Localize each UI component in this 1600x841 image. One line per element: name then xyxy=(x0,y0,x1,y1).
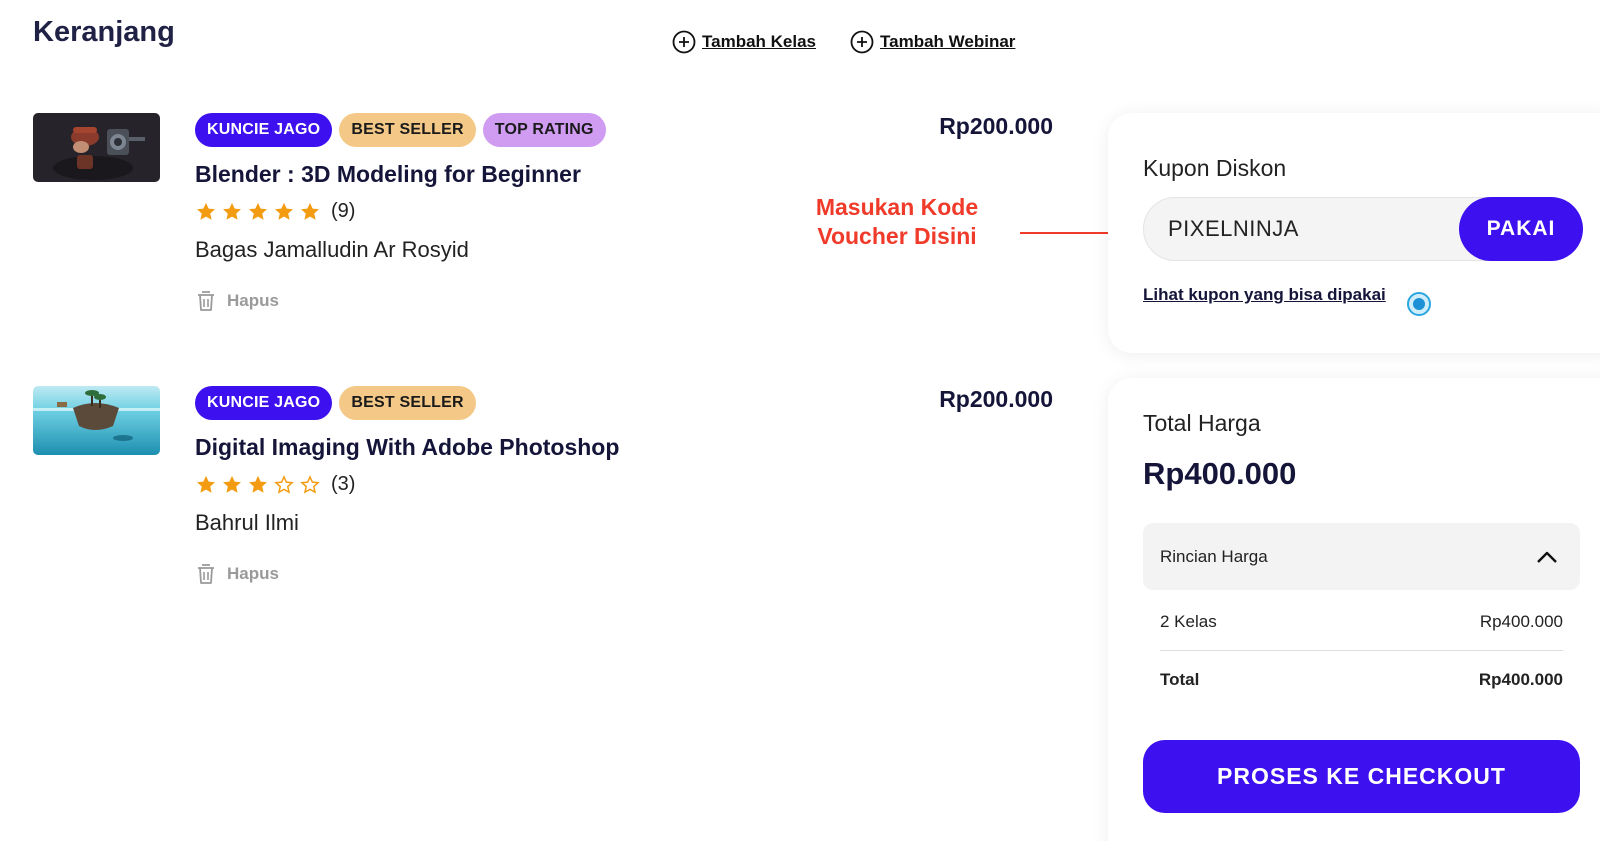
view-coupons-link[interactable]: Lihat kupon yang bisa dipakai xyxy=(1143,285,1386,305)
star-filled-icon xyxy=(249,202,267,220)
badge-best-seller: BEST SELLER xyxy=(339,386,476,420)
course-rating: (9) xyxy=(195,200,606,223)
voucher-annotation: Masukan Kode Voucher Disini xyxy=(812,193,982,251)
course-thumbnail[interactable] xyxy=(33,386,160,455)
course-thumbnail[interactable] xyxy=(33,113,160,182)
add-course-link[interactable]: Tambah Kelas xyxy=(672,30,816,54)
cart-item: KUNCIE JAGO BEST SELLER Digital Imaging … xyxy=(33,386,1053,616)
price-total-value: Rp400.000 xyxy=(1478,670,1563,689)
price-row: 2 Kelas Rp400.000 xyxy=(1160,612,1563,632)
add-course-label: Tambah Kelas xyxy=(702,32,817,51)
badge-kuncie-jago: KUNCIE JAGO xyxy=(195,386,333,420)
add-webinar-label: Tambah Webinar xyxy=(880,32,1016,51)
star-filled-icon xyxy=(223,202,241,220)
total-card: Total Harga Rp400.000 Rincian Harga 2 Ke… xyxy=(1108,378,1600,841)
rating-count: (3) xyxy=(331,473,356,495)
price-total-label: Total xyxy=(1160,670,1200,689)
course-info: KUNCIE JAGO BEST SELLER Digital Imaging … xyxy=(195,386,619,586)
badge-best-seller: BEST SELLER xyxy=(339,113,476,147)
annotation-line-1: Masukan Kode xyxy=(815,194,979,220)
checkout-button[interactable]: PROSES KE CHECKOUT xyxy=(1143,740,1580,813)
star-empty-icon xyxy=(300,474,320,494)
divider xyxy=(1160,650,1563,651)
plus-circle-icon xyxy=(850,30,874,54)
rating-count: (9) xyxy=(331,200,356,222)
price-details-toggle[interactable]: Rincian Harga xyxy=(1143,523,1580,590)
star-filled-icon xyxy=(249,475,267,493)
course-instructor: Bagas Jamalludin Ar Rosyid xyxy=(195,237,469,262)
coupon-label: Kupon Diskon xyxy=(1143,155,1287,181)
star-filled-icon xyxy=(197,475,215,493)
price-row-label: 2 Kelas xyxy=(1160,612,1217,631)
apply-coupon-button[interactable]: PAKAI xyxy=(1459,197,1583,261)
coupon-card: Kupon Diskon PAKAI Lihat kupon yang bisa… xyxy=(1108,113,1600,353)
course-instructor: Bahrul Ilmi xyxy=(195,510,299,535)
course-price: Rp200.000 xyxy=(939,113,1053,139)
remove-label: Hapus xyxy=(227,291,279,310)
badge-group: KUNCIE JAGO BEST SELLER xyxy=(195,386,619,420)
star-filled-icon xyxy=(223,475,241,493)
price-details-label: Rincian Harga xyxy=(1160,546,1268,566)
course-title[interactable]: Blender : 3D Modeling for Beginner xyxy=(195,161,606,188)
add-webinar-link[interactable]: Tambah Webinar xyxy=(850,30,1015,54)
star-empty-icon xyxy=(274,474,294,494)
badge-kuncie-jago: KUNCIE JAGO xyxy=(195,113,333,147)
chevron-up-icon xyxy=(1537,551,1557,563)
coupon-input[interactable] xyxy=(1168,198,1458,260)
trash-icon xyxy=(198,291,214,311)
plus-circle-icon xyxy=(672,30,696,54)
badge-group: KUNCIE JAGO BEST SELLER TOP RATING xyxy=(195,113,606,147)
annotation-line-2: Voucher Disini xyxy=(817,223,977,249)
top-links: Tambah Kelas Tambah Webinar xyxy=(672,30,1015,54)
star-filled-icon xyxy=(197,202,215,220)
badge-top-rating: TOP RATING xyxy=(482,113,606,147)
remove-item-button[interactable]: Hapus xyxy=(195,562,619,586)
trash-icon xyxy=(198,564,214,584)
cursor-indicator-icon xyxy=(1407,292,1431,316)
course-rating: (3) xyxy=(195,473,619,496)
remove-label: Hapus xyxy=(227,564,279,583)
coupon-field: PAKAI xyxy=(1143,197,1583,261)
star-filled-icon xyxy=(301,202,319,220)
price-row-value: Rp400.000 xyxy=(1479,612,1563,631)
total-label: Total Harga xyxy=(1143,410,1261,436)
course-info: KUNCIE JAGO BEST SELLER TOP RATING Blend… xyxy=(195,113,606,313)
price-total-row: Total Rp400.000 xyxy=(1160,670,1563,690)
course-title[interactable]: Digital Imaging With Adobe Photoshop xyxy=(195,434,619,461)
star-filled-icon xyxy=(275,202,293,220)
course-price: Rp200.000 xyxy=(939,386,1053,412)
total-value: Rp400.000 xyxy=(1143,456,1297,491)
remove-item-button[interactable]: Hapus xyxy=(195,289,606,313)
page-title: Keranjang xyxy=(33,16,175,48)
